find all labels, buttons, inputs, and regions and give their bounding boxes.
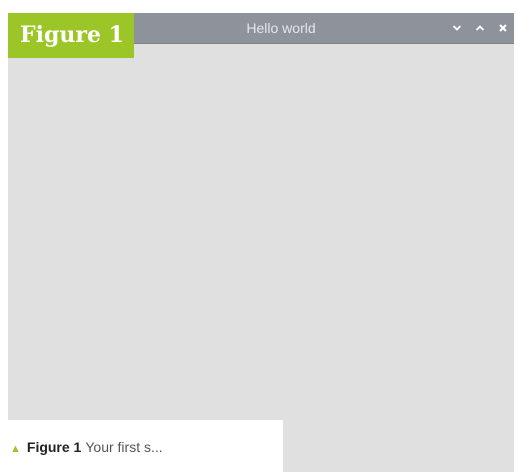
figure-caption: ▲ Figure 1 Your first s... <box>10 437 280 457</box>
close-icon <box>499 24 507 32</box>
caption-figure-ref: Figure 1 <box>26 439 82 455</box>
left-margin <box>0 0 8 472</box>
chevron-down-icon <box>452 25 462 31</box>
window-content-area[interactable] <box>8 44 514 420</box>
caption-arrow-icon: ▲ <box>10 443 21 455</box>
figure-label: Figure 1 <box>8 13 134 58</box>
close-button[interactable] <box>496 21 510 35</box>
chevron-up-icon <box>475 25 485 31</box>
maximize-button[interactable] <box>473 21 487 35</box>
caption-text: Your first s... <box>85 439 163 455</box>
top-margin <box>0 0 516 13</box>
minimize-button[interactable] <box>450 21 464 35</box>
screenshot-stage: Hello world Figure 1 ▲ Figure 1 Your first… <box>0 0 516 472</box>
